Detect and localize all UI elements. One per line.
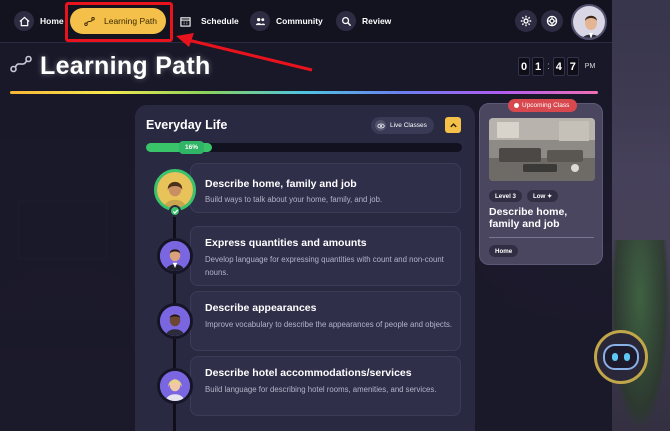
nav-home[interactable]: Home [14,6,64,36]
lesson-title: Describe appearances [205,302,317,314]
clock-digit: 7 [566,57,579,76]
live-classes-toggle[interactable]: Live Classes [371,117,434,134]
eye-icon [375,120,386,131]
class-thumbnail [489,118,595,181]
lesson-avatar [157,238,193,274]
lesson-avatar [157,303,193,339]
unit-card: Everyday Life Live Classes 16% Describe … [135,105,475,431]
lesson-card[interactable]: Describe hotel accommodations/services B… [190,356,461,416]
home-icon [14,11,34,31]
user-avatar[interactable] [571,4,607,40]
lesson-title: Describe home, family and job [205,178,357,190]
divider [489,237,594,238]
lesson-title: Express quantities and amounts [205,237,367,249]
unit-title: Everyday Life [146,118,228,132]
settings-button[interactable] [515,10,537,32]
lifebuoy-icon [546,15,558,27]
lesson-description: Build language for describing hotel room… [205,385,437,394]
live-classes-label: Live Classes [390,122,427,129]
gear-icon [520,15,532,27]
magnifier-icon [336,11,356,31]
lesson-card[interactable]: Describe appearances Improve vocabulary … [190,291,461,351]
nav-community-label: Community [276,16,323,26]
chevron-up-icon [449,122,457,127]
route-icon [10,55,32,78]
lesson-avatar [157,368,193,404]
nav-schedule-label: Schedule [201,16,239,26]
robot-icon [603,344,639,370]
nav-review[interactable]: Review [336,6,391,36]
lesson-card[interactable]: Express quantities and amounts Develop l… [190,226,461,286]
upcoming-class-badge: Upcoming Class [508,99,578,112]
clock-digit: 0 [518,57,530,76]
clock-digit: 1 [532,57,544,76]
topic-tag: Home [489,245,519,257]
annotation-highlight-box [65,2,173,42]
assistant-bot-button[interactable] [594,330,648,384]
annotation-arrow [176,33,313,72]
level-chip: Level 3 [489,190,522,202]
lesson-description: Develop language for expressing quantiti… [205,255,444,277]
completed-check-icon [169,205,181,217]
intensity-chip: Low ✦ [526,190,559,202]
progress-percent: 16% [179,141,205,154]
lesson-title: Describe hotel accommodations/services [205,367,412,379]
help-button[interactable] [541,10,563,32]
upcoming-class-card[interactable]: Upcoming Class Level 3 Low ✦ Describe ho… [479,99,603,265]
clock-ampm: PM [584,63,596,70]
nav-review-label: Review [362,16,392,26]
clock-digit: 4 [552,57,565,76]
collapse-button[interactable] [445,117,461,133]
lesson-description: Improve vocabulary to describe the appea… [205,320,453,329]
person-avatar-icon [573,6,605,38]
nav-home-label: Home [40,16,64,26]
upcoming-class-title: Describe home, family and job [489,206,568,230]
lesson-card[interactable]: Describe home, family and job Build ways… [190,163,461,213]
rainbow-divider [10,91,598,94]
class-chips: Level 3 Low ✦ [489,190,559,202]
lesson-description: Build ways to talk about your home, fami… [205,195,383,204]
clock: 0 1 : 4 7 PM [518,57,595,76]
